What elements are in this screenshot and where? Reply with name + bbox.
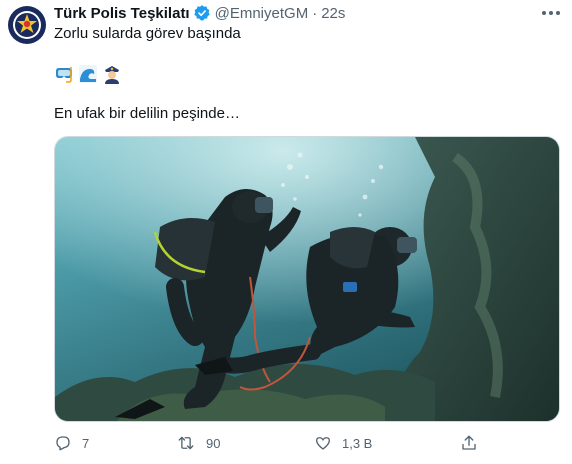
tweet-text-line-3: En ufak bir delilin peşinde…	[54, 105, 240, 122]
tweet-emoji-line	[54, 64, 122, 84]
police-officer-emoji	[102, 64, 122, 84]
police-emblem-icon	[8, 6, 46, 44]
water-wave-emoji	[78, 64, 98, 84]
timestamp[interactable]: 22s	[321, 5, 345, 22]
tweet-header: Türk Polis Teşkilatı @EmniyetGM · 22s	[54, 3, 345, 23]
retweet-icon	[178, 436, 194, 450]
retweet-button[interactable]: 90	[176, 432, 220, 454]
diving-mask-emoji	[54, 64, 74, 84]
verified-badge-icon	[193, 4, 211, 22]
like-button[interactable]: 1,3 B	[314, 432, 372, 454]
tweet-actions: 7 90 1,3 B	[54, 432, 534, 454]
tweet-card[interactable]: Türk Polis Teşkilatı @EmniyetGM · 22s Zo…	[0, 0, 572, 464]
tweet-text-line-1: Zorlu sularda görev başında	[54, 25, 241, 42]
separator-dot: ·	[312, 4, 318, 22]
reply-icon	[56, 436, 70, 451]
display-name[interactable]: Türk Polis Teşkilatı	[54, 5, 190, 22]
more-options-icon[interactable]	[538, 2, 564, 24]
heart-icon	[315, 437, 331, 450]
reply-button[interactable]: 7	[54, 432, 89, 454]
user-handle[interactable]: @EmniyetGM	[215, 5, 309, 22]
tweet-photo[interactable]	[54, 136, 560, 422]
underwater-divers-image	[55, 137, 559, 421]
avatar[interactable]	[6, 4, 48, 46]
reply-count: 7	[82, 435, 90, 451]
like-count: 1,3 B	[342, 435, 373, 451]
share-button[interactable]	[460, 432, 478, 454]
retweet-count: 90	[206, 435, 221, 451]
share-icon	[462, 435, 476, 450]
